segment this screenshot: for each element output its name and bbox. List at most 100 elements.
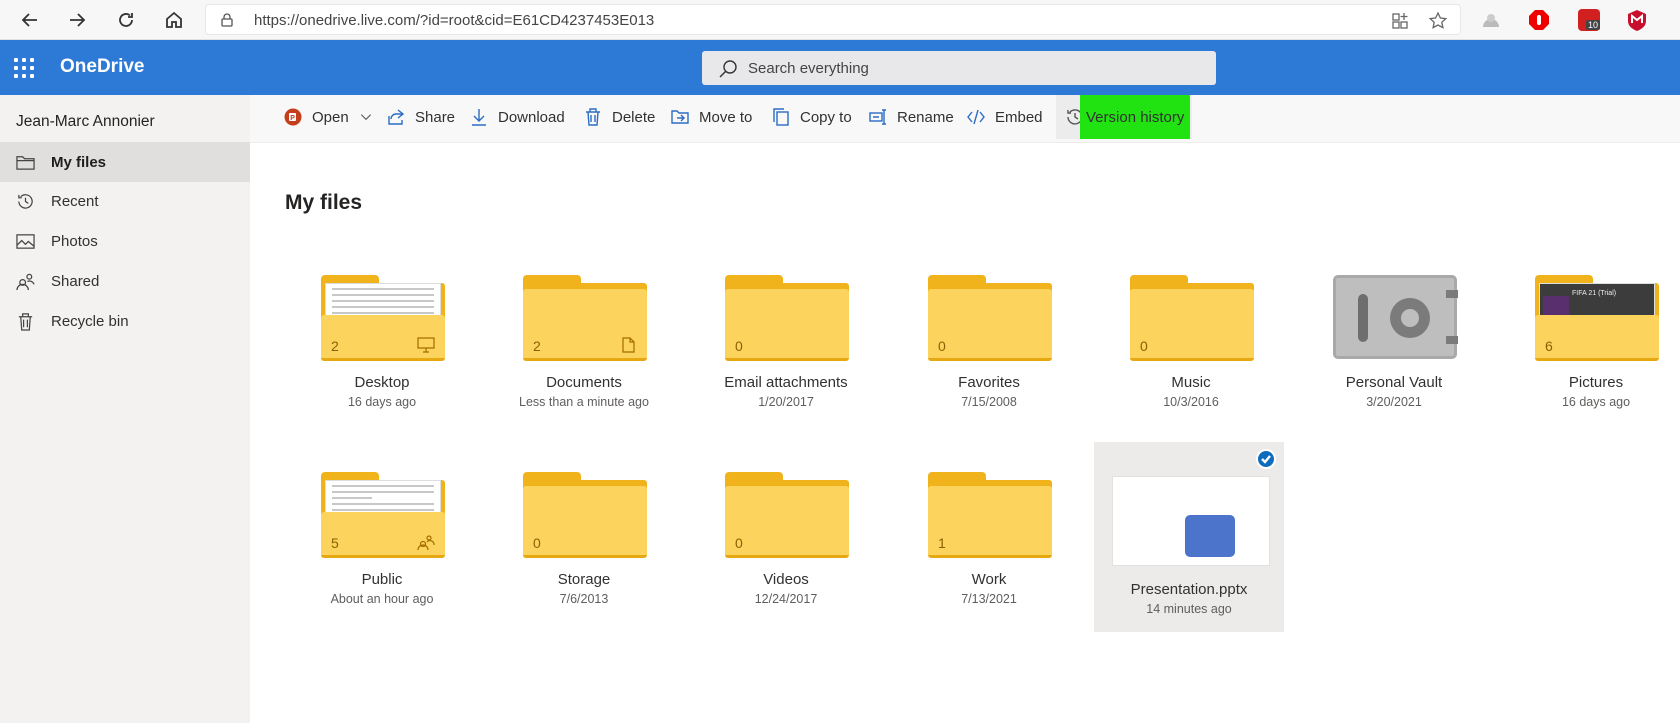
rename-label: Rename: [897, 108, 954, 126]
delete-button[interactable]: Delete: [584, 95, 655, 139]
calendar-extension-icon[interactable]: 10: [1578, 9, 1601, 31]
item-name[interactable]: Public: [287, 571, 477, 588]
profile-icon[interactable]: [1480, 9, 1502, 31]
item-name[interactable]: Videos: [691, 571, 881, 588]
version-history-button[interactable]: Version history: [1056, 95, 1192, 139]
share-button[interactable]: Share: [387, 95, 455, 139]
history-icon: [17, 193, 33, 209]
item-date: 10/3/2016: [1163, 395, 1219, 409]
sidebar-item-label: Recycle bin: [51, 312, 129, 330]
item-name[interactable]: Storage: [489, 571, 679, 588]
adblock-extension-icon[interactable]: [1528, 9, 1550, 31]
item-name[interactable]: Email attachments: [691, 374, 881, 391]
item-count: 0: [533, 535, 541, 551]
url-text: https://onedrive.live.com/?id=root&cid=E…: [254, 12, 655, 29]
move-to-button[interactable]: Move to: [671, 95, 752, 139]
extension-badge: 10: [1586, 20, 1601, 30]
user-name: Jean-Marc Annonier: [16, 113, 155, 130]
search-box[interactable]: [702, 51, 1216, 85]
item-name[interactable]: Presentation.pptx: [1094, 581, 1284, 598]
download-button[interactable]: Download: [470, 95, 565, 139]
home-icon: [166, 11, 182, 28]
favorite-star-icon[interactable]: [1428, 11, 1448, 31]
file-thumbnail: [1112, 476, 1270, 566]
powerpoint-icon: P: [284, 108, 302, 126]
item-name[interactable]: Documents: [489, 374, 679, 391]
folder-tile-email-attachments[interactable]: 0 Email attachments 1/20/2017: [691, 254, 881, 436]
address-bar[interactable]: https://onedrive.live.com/?id=root&cid=E…: [205, 4, 1461, 35]
sidebar-item-my-files[interactable]: My files: [0, 142, 250, 182]
sidebar-item-recycle-bin[interactable]: Recycle bin: [0, 301, 250, 341]
sidebar-item-shared[interactable]: Shared: [0, 261, 250, 301]
folder-icon: 0: [725, 472, 849, 558]
sidebar-item-label: My files: [51, 153, 107, 171]
open-button[interactable]: P Open: [284, 95, 383, 139]
folder-tile-music[interactable]: 0 Music 10/3/2016: [1096, 254, 1286, 436]
item-name[interactable]: Music: [1096, 374, 1286, 391]
trash-icon: [18, 312, 32, 331]
version-history-label: Version history: [1080, 95, 1191, 139]
folder-tile-desktop[interactable]: 2 Desktop 16 days ago: [287, 254, 477, 436]
item-name[interactable]: Favorites: [894, 374, 1084, 391]
item-date: 7/13/2021: [961, 592, 1017, 606]
item-name[interactable]: Personal Vault: [1299, 374, 1489, 391]
move-folder-icon: [671, 110, 689, 124]
folder-tile-storage[interactable]: 0 Storage 7/6/2013: [489, 451, 679, 633]
app-title[interactable]: OneDrive: [60, 56, 144, 78]
folder-icon: 5: [321, 472, 445, 558]
move-to-label: Move to: [699, 108, 753, 126]
lock-icon: [221, 13, 233, 27]
download-icon: [472, 109, 486, 126]
folder-icon: 0: [523, 472, 647, 558]
refresh-icon: [119, 13, 133, 27]
folder-tile-work[interactable]: 1 Work 7/13/2021: [894, 451, 1084, 633]
sidebar-item-recent[interactable]: Recent: [0, 181, 250, 221]
app-header: OneDrive: [0, 40, 1680, 95]
home-button[interactable]: [160, 6, 188, 34]
svg-text:P: P: [290, 115, 295, 122]
file-tile-presentation[interactable]: Presentation.pptx 14 minutes ago: [1094, 442, 1284, 632]
rename-icon: [869, 109, 886, 125]
item-name[interactable]: Desktop: [287, 374, 477, 391]
people-icon: [417, 535, 435, 551]
rename-button[interactable]: Rename: [869, 95, 954, 139]
embed-button[interactable]: Embed: [967, 95, 1043, 139]
item-count: 1: [938, 535, 946, 551]
app-launcher-icon[interactable]: [14, 58, 34, 78]
people-icon: [15, 273, 35, 290]
open-label: Open: [312, 108, 349, 126]
refresh-button[interactable]: [112, 6, 140, 34]
item-date: Less than a minute ago: [519, 395, 649, 409]
item-date: 7/6/2013: [559, 592, 609, 606]
item-count: 0: [938, 338, 946, 354]
item-name[interactable]: Work: [894, 571, 1084, 588]
folder-icon: 0: [928, 275, 1052, 361]
app-available-icon[interactable]: [1390, 11, 1410, 31]
folder-tile-public[interactable]: 5 Public About an hour ago: [287, 451, 477, 633]
folder-tile-favorites[interactable]: 0 Favorites 7/15/2008: [894, 254, 1084, 436]
arrow-left-icon: [21, 13, 37, 27]
search-input[interactable]: [748, 51, 1208, 85]
folder-tile-personal-vault[interactable]: Personal Vault 3/20/2021: [1299, 254, 1489, 436]
monitor-icon: [417, 337, 435, 353]
item-count: 0: [1140, 338, 1148, 354]
document-icon: [622, 337, 635, 353]
share-icon: [388, 109, 405, 125]
browser-toolbar: https://onedrive.live.com/?id=root&cid=E…: [0, 0, 1680, 40]
vault-icon: [1333, 275, 1458, 359]
selected-check-icon[interactable]: [1256, 449, 1276, 469]
item-date: 16 days ago: [1561, 395, 1631, 409]
mcafee-shield-icon[interactable]: [1626, 9, 1648, 31]
sidebar-item-photos[interactable]: Photos: [0, 221, 250, 261]
forward-button[interactable]: [63, 6, 91, 34]
folder-tile-pictures[interactable]: FIFA 21 (Trial) 6 Pictures 16 days ago: [1501, 254, 1680, 436]
thumbnail-caption: FIFA 21 (Trial): [1572, 290, 1617, 297]
item-name[interactable]: Pictures: [1501, 374, 1680, 391]
folder-tile-documents[interactable]: 2 Documents Less than a minute ago: [489, 254, 679, 436]
item-date: 1/20/2017: [758, 395, 814, 409]
copy-to-button[interactable]: Copy to: [772, 95, 852, 139]
item-date: 7/15/2008: [961, 395, 1017, 409]
back-button[interactable]: [16, 6, 44, 34]
folder-tile-videos[interactable]: 0 Videos 12/24/2017: [691, 451, 881, 633]
download-label: Download: [498, 108, 565, 126]
